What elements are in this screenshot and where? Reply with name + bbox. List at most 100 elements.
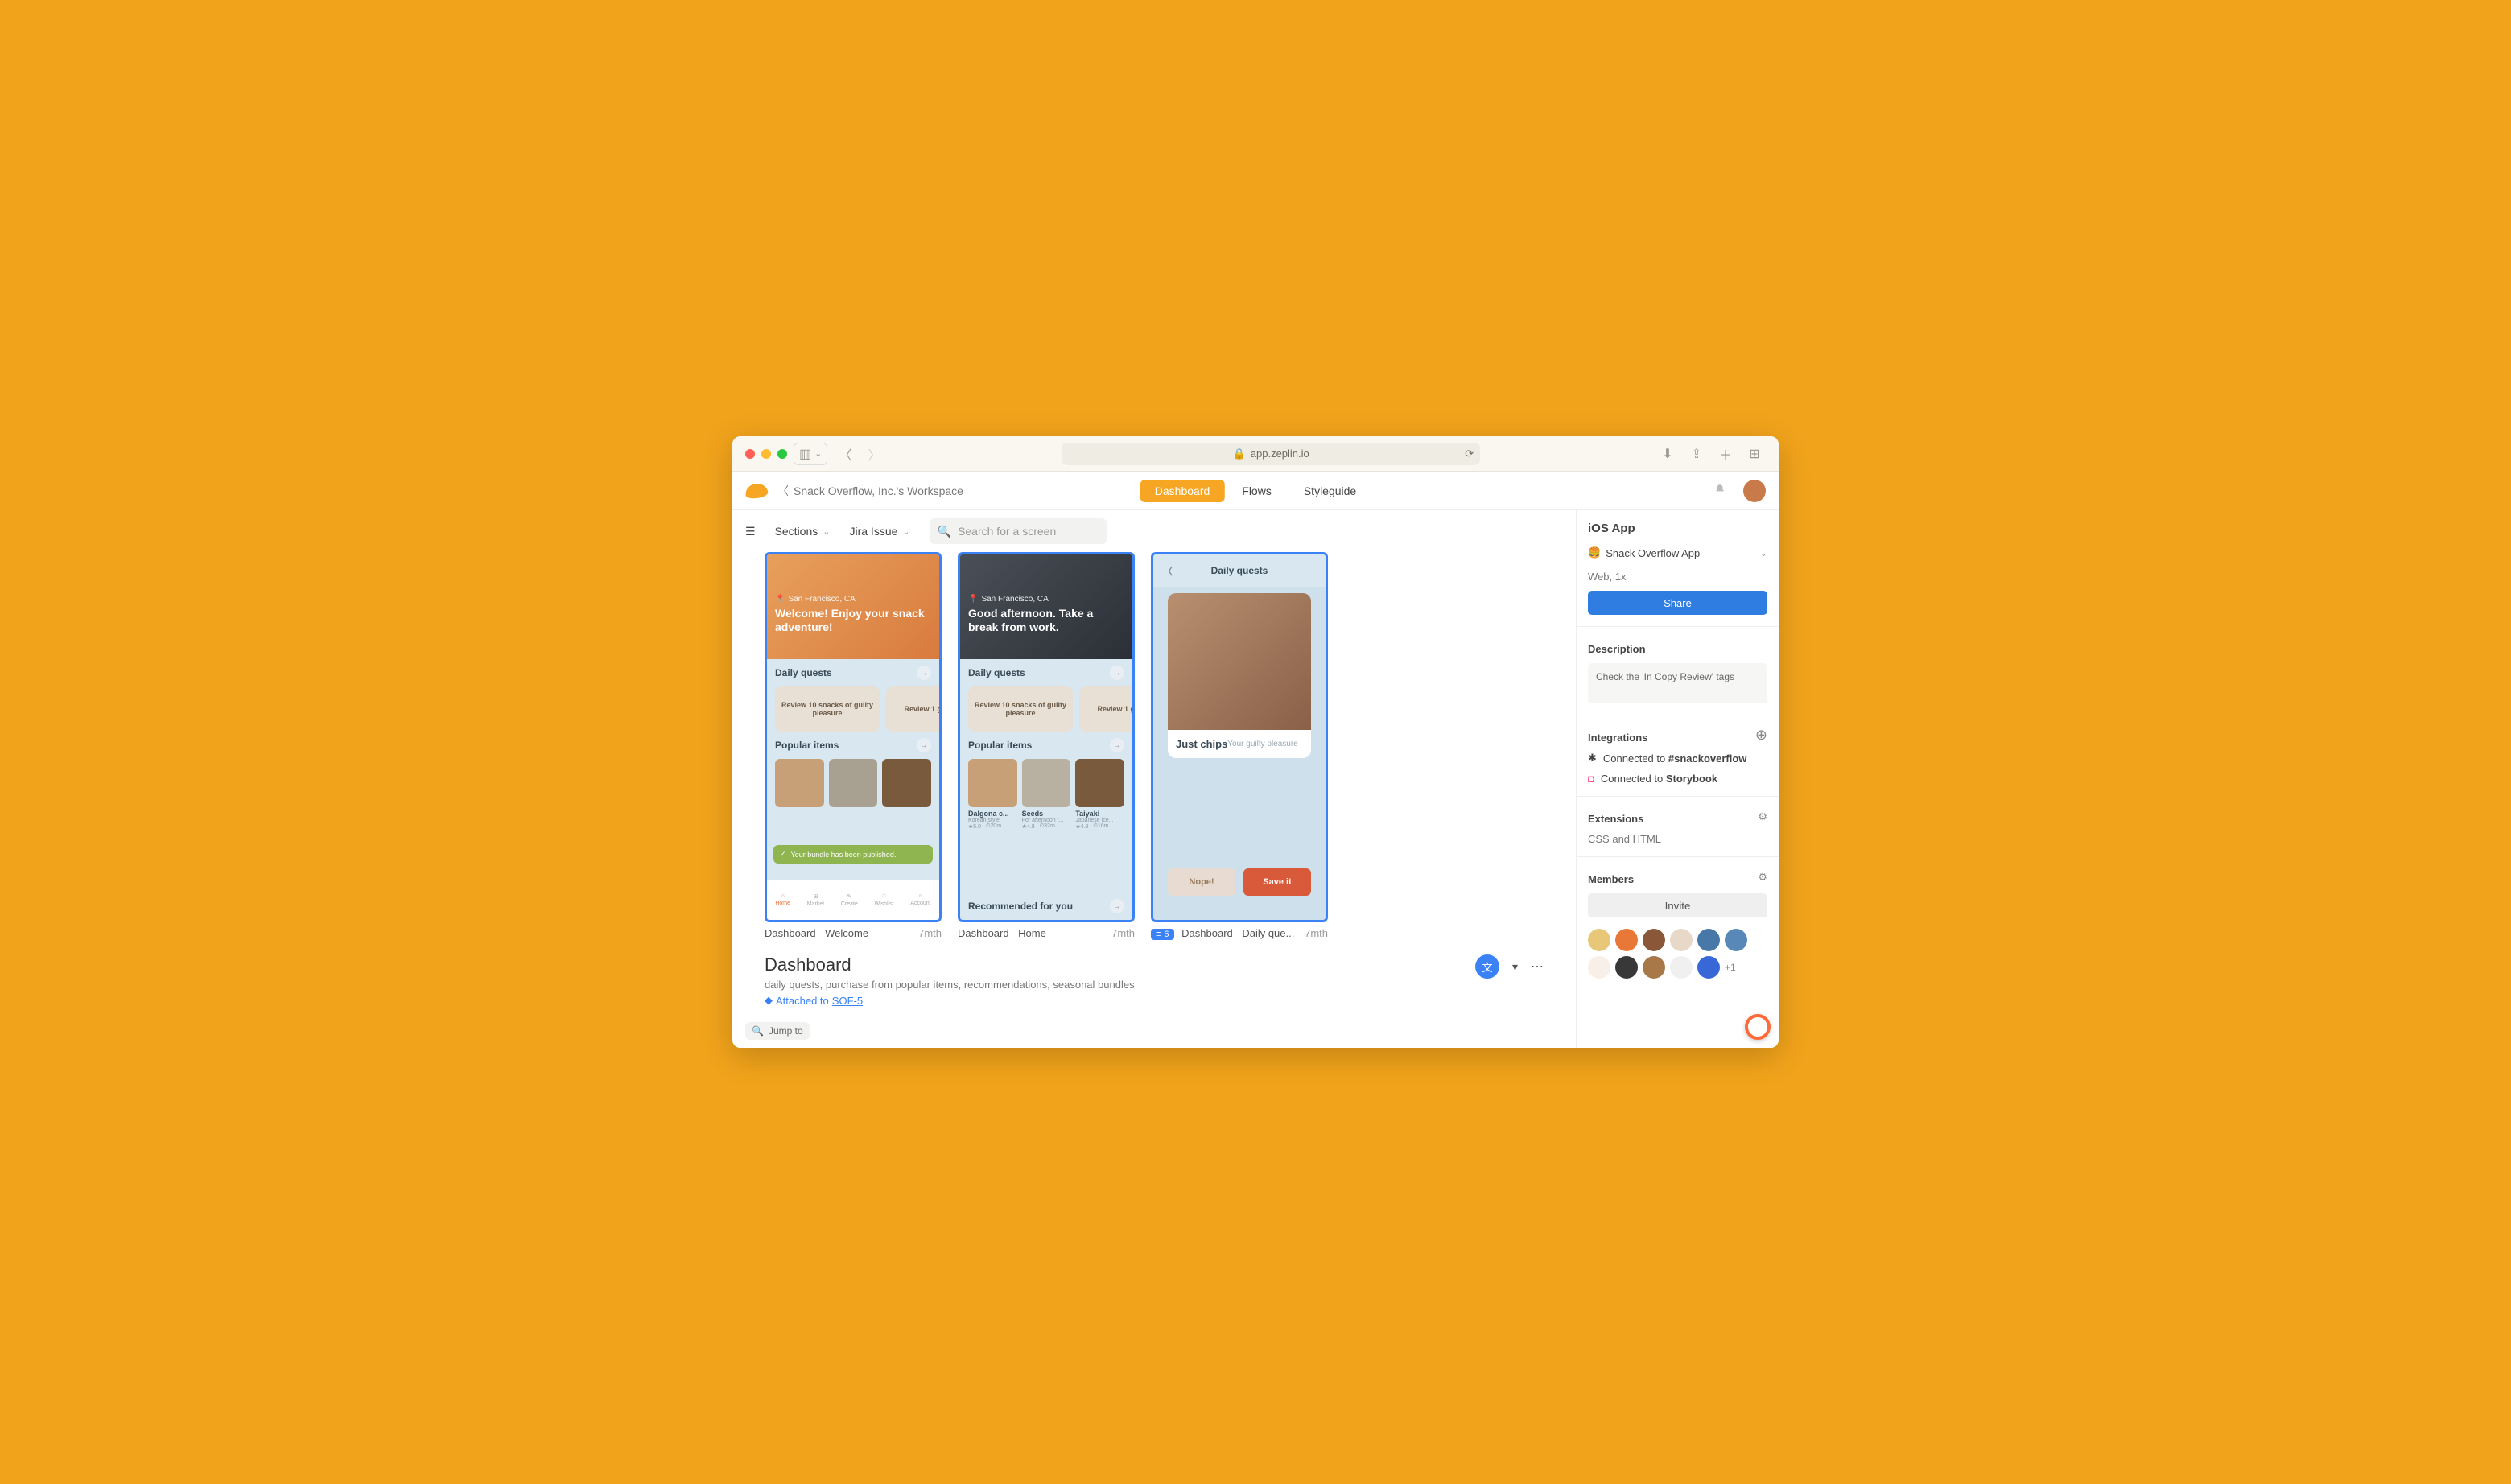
mobile-tabbar: ⌂Home ⊞Market ✎Create ♡Wishlist ☺Account [767,880,939,920]
section-header: Dashboard daily quests, purchase from po… [732,940,1576,1007]
search-icon: 🔍 [938,525,951,538]
storybook-integration[interactable]: ◘ Connected to Storybook [1588,773,1767,785]
member-avatar[interactable] [1615,929,1638,951]
invite-button[interactable]: Invite [1588,893,1767,917]
layers-badge: ≡ 6 [1151,929,1174,940]
sidebar-toggle-button[interactable]: ▥ ⌄ [794,443,827,465]
member-avatar[interactable] [1643,956,1665,979]
search-icon: 🔍 [752,1025,764,1037]
member-avatar[interactable] [1697,956,1720,979]
members-avatars: +1 [1588,929,1767,979]
nav-forward-button[interactable]: 〉 [863,443,885,465]
tab-flows[interactable]: Flows [1227,480,1286,502]
zeplin-logo[interactable] [744,482,769,500]
screen-age: 7mth [1111,927,1135,939]
chevron-down-icon[interactable]: ⌄ [1760,548,1767,559]
tab-styleguide[interactable]: Styleguide [1289,480,1371,502]
lock-icon: 🔒 [1233,447,1246,460]
screen-name: Dashboard - Daily que... [1181,927,1294,939]
slack-integration[interactable]: ✱ Connected to #snackoverflow [1588,752,1767,765]
help-lifebuoy-icon[interactable] [1745,1014,1771,1040]
url-text: app.zeplin.io [1251,447,1309,460]
member-avatar[interactable] [1643,929,1665,951]
add-integration-icon[interactable]: ⊕ [1755,727,1767,744]
share-icon[interactable]: ⇪ [1685,443,1708,465]
chevron-left-icon: 〈 [777,483,789,499]
sections-dropdown[interactable]: Sections⌄ [775,525,831,538]
more-icon[interactable]: ⋯ [1531,958,1544,975]
close-window-button[interactable] [745,449,755,459]
search-input[interactable]: 🔍 Search for a screen [930,518,1107,544]
url-bar[interactable]: 🔒 app.zeplin.io ⟳ [1062,443,1480,465]
downloads-icon[interactable]: ⬇ [1656,443,1679,465]
description-heading: Description [1588,643,1767,655]
main-nav: Dashboard Flows Styleguide [1140,480,1371,502]
main-content: ☰ Sections⌄ Jira Issue⌄ 🔍 Search for a s… [732,510,1576,1048]
app-window: ▥ ⌄ 〈 〉 🔒 app.zeplin.io ⟳ ⬇ ⇪ ＋ ⊞ 〈 Snac… [732,436,1779,1048]
back-icon: 〈 [1163,564,1173,578]
nope-button: Nope! [1168,868,1235,896]
chevron-down-icon[interactable]: ▾ [1512,960,1518,974]
project-selector[interactable]: 🍔Snack Overflow App [1588,543,1700,563]
arrow-right-icon: → [1110,738,1124,752]
arrow-right-icon: → [917,666,931,680]
screen-age: 7mth [1305,927,1328,940]
nav-back-button[interactable]: 〈 [834,443,856,465]
pin-icon: 📍 [968,595,978,604]
slack-icon: ✱ [1588,752,1597,765]
screen-card[interactable]: 📍San Francisco, CA Welcome! Enjoy your s… [765,552,942,939]
member-avatar[interactable] [1697,929,1720,951]
tab-dashboard[interactable]: Dashboard [1140,480,1225,502]
member-avatar[interactable] [1670,956,1693,979]
member-avatar[interactable] [1670,929,1693,951]
translate-button[interactable]: 文 [1475,954,1499,979]
project-title: iOS App [1588,521,1767,535]
save-button: Save it [1243,868,1311,896]
jira-attachment-link[interactable]: ◆ Attached to SOF-5 [765,994,1544,1007]
section-title[interactable]: Dashboard [765,954,1544,975]
screen-name: Dashboard - Home [958,927,1046,939]
integrations-heading: Integrations [1588,732,1647,744]
screen-card[interactable]: 📍San Francisco, CA Good afternoon. Take … [958,552,1135,939]
screens-toolbar: ☰ Sections⌄ Jira Issue⌄ 🔍 Search for a s… [732,510,1576,552]
platform-label: Web, 1x [1588,571,1767,583]
description-text[interactable]: Check the 'In Copy Review' tags [1588,663,1767,703]
member-avatar[interactable] [1725,929,1747,951]
traffic-lights [745,449,787,459]
jump-to-button[interactable]: 🔍 Jump to [745,1022,810,1040]
app-header: 〈 Snack Overflow, Inc.'s Workspace Dashb… [732,472,1779,510]
settings-icon[interactable]: ⚙ [1758,810,1767,823]
extension-item[interactable]: CSS and HTML [1588,833,1767,845]
minimize-window-button[interactable] [761,449,771,459]
reload-icon[interactable]: ⟳ [1465,447,1474,460]
user-avatar[interactable] [1743,480,1766,502]
screen-age: 7mth [918,927,942,939]
member-avatar[interactable] [1588,929,1610,951]
list-view-icon[interactable]: ☰ [745,525,756,538]
screen-card[interactable]: 〈 Daily quests Just chips Your guilty pl… [1151,552,1328,940]
notifications-icon[interactable] [1714,484,1729,498]
section-description: daily quests, purchase from popular item… [765,979,1544,991]
tabs-overview-icon[interactable]: ⊞ [1743,443,1766,465]
new-tab-icon[interactable]: ＋ [1714,443,1737,465]
settings-icon[interactable]: ⚙ [1758,871,1767,884]
screen-name: Dashboard - Welcome [765,927,868,939]
share-button[interactable]: Share [1588,591,1767,615]
members-heading: Members [1588,873,1634,885]
storybook-icon: ◘ [1588,773,1594,785]
extensions-heading: Extensions [1588,813,1643,825]
pin-icon: 📍 [775,595,785,604]
arrow-right-icon: → [1110,899,1124,913]
member-avatar[interactable] [1588,956,1610,979]
maximize-window-button[interactable] [777,449,787,459]
arrow-right-icon: → [917,738,931,752]
arrow-right-icon: → [1110,666,1124,680]
toast-notification: ✓ Your bundle has been published. [773,845,933,864]
screens-grid: 📍San Francisco, CA Welcome! Enjoy your s… [732,552,1576,940]
workspace-breadcrumb[interactable]: 〈 Snack Overflow, Inc.'s Workspace [777,483,963,499]
jira-dropdown[interactable]: Jira Issue⌄ [849,525,909,538]
window-titlebar: ▥ ⌄ 〈 〉 🔒 app.zeplin.io ⟳ ⬇ ⇪ ＋ ⊞ [732,436,1779,472]
more-members[interactable]: +1 [1725,962,1736,973]
member-avatar[interactable] [1615,956,1638,979]
check-icon: ✓ [780,850,786,859]
